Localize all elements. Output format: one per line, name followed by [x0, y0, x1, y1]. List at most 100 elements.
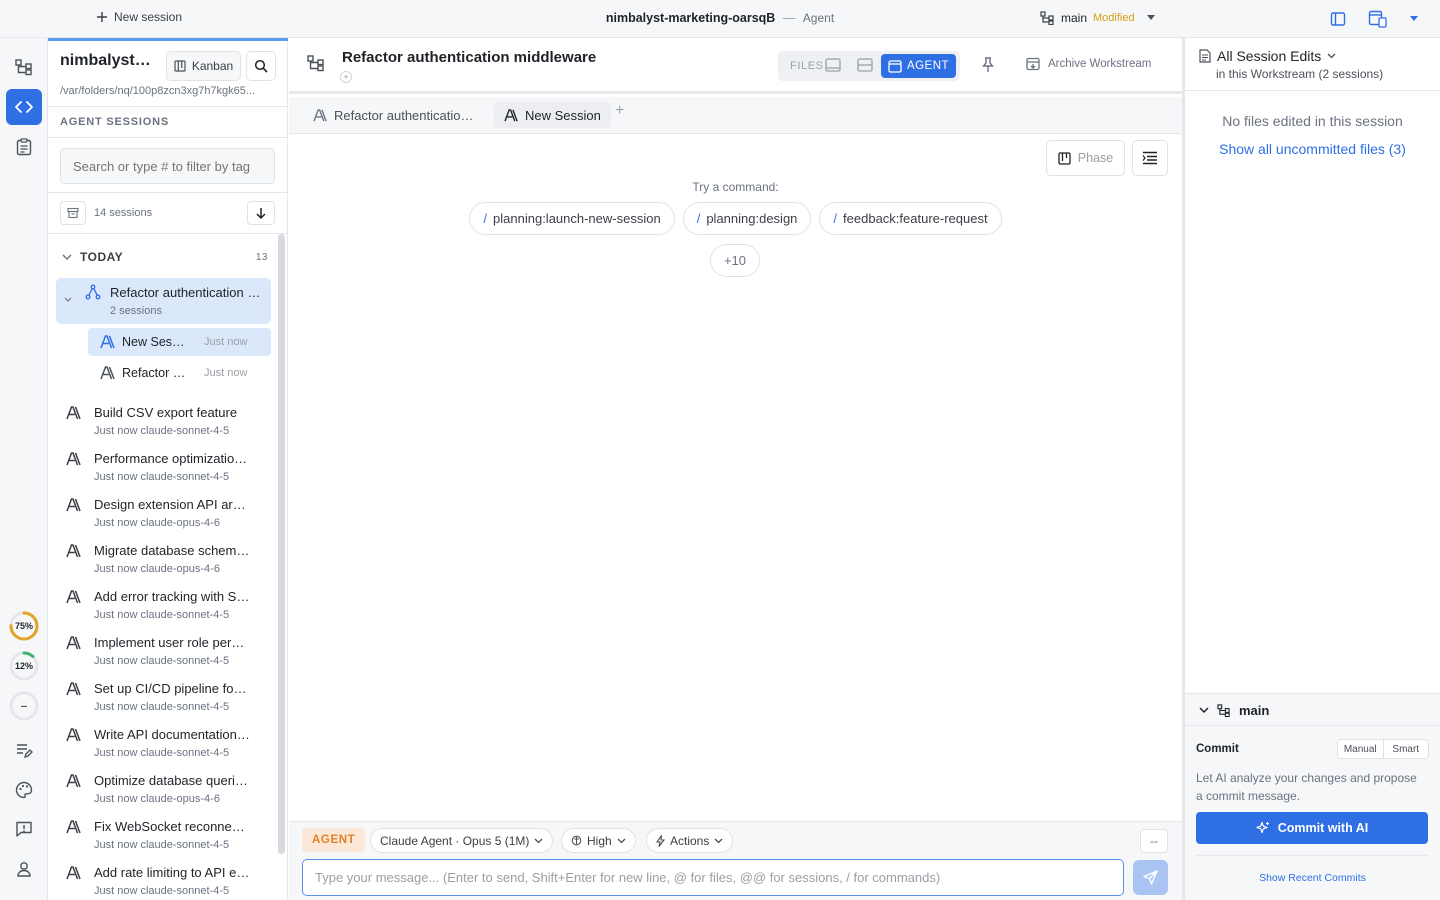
- layout-menu-chevron-icon[interactable]: [1410, 16, 1418, 22]
- group-count: 13: [255, 251, 268, 263]
- session-item[interactable]: Design extension API architecture Just n…: [56, 492, 276, 536]
- show-recent-commits-link[interactable]: Show Recent Commits: [1185, 872, 1440, 884]
- tab-label: Refactor authentication middleware: [334, 107, 477, 123]
- rail-files-button[interactable]: [6, 49, 42, 85]
- tab-new-session[interactable]: New Session: [494, 102, 611, 128]
- session-item[interactable]: Set up CI/CD pipeline for releases Just …: [56, 676, 276, 720]
- workstream-title: Refactor authentication middleware: [342, 49, 597, 66]
- session-item[interactable]: Performance optimization for dashboard J…: [56, 446, 276, 490]
- session-title: Set up CI/CD pipeline for releases: [94, 681, 250, 696]
- board-icon: [1058, 151, 1071, 165]
- session-item[interactable]: Optimize database queries for reports Ju…: [56, 768, 276, 812]
- send-button[interactable]: [1133, 860, 1168, 895]
- effort-selector[interactable]: High: [561, 828, 636, 853]
- divider: [48, 137, 288, 138]
- claude-icon: [66, 590, 82, 604]
- session-item[interactable]: Add error tracking with Sentry Just now …: [56, 584, 276, 628]
- kanban-icon: [174, 60, 186, 72]
- model-selector[interactable]: Claude Agent · Opus 5 (1M): [370, 828, 554, 853]
- more-commands-button[interactable]: +10: [710, 244, 760, 277]
- command-chip[interactable]: / planning:launch-new-session: [469, 202, 675, 235]
- command-chip[interactable]: / feedback:feature-request: [819, 202, 1002, 235]
- context-usage-gauge[interactable]: 75%: [8, 610, 40, 642]
- outline-button[interactable]: [1132, 140, 1168, 176]
- code-icon: [15, 100, 33, 114]
- divider: [1185, 90, 1440, 91]
- session-item[interactable]: Fix WebSocket reconnection logic Just no…: [56, 814, 276, 858]
- child-session-time: Just now: [204, 367, 248, 379]
- session-item[interactable]: Implement user role permissions Just now…: [56, 630, 276, 674]
- group-header-today[interactable]: TODAY 13: [62, 250, 268, 264]
- actions-menu[interactable]: Actions: [646, 828, 734, 853]
- add-tag-icon[interactable]: +: [340, 71, 352, 83]
- archive-workstream-button[interactable]: Archive Workstream: [1026, 57, 1151, 71]
- sidebar-scrollbar[interactable]: [278, 234, 285, 854]
- claude-icon: [100, 366, 116, 380]
- session-filter-input[interactable]: [60, 148, 275, 184]
- split-layout-icon[interactable]: [857, 58, 873, 73]
- edits-scope-selector[interactable]: All Session Edits: [1199, 48, 1336, 64]
- agent-mode-label: AGENT: [906, 60, 950, 72]
- top-bar: New session nimbalyst-marketing-oarsqB —…: [0, 0, 1440, 38]
- arrow-down-icon: [255, 207, 267, 220]
- session-item[interactable]: Add rate limiting to API endpoints Just …: [56, 860, 276, 900]
- claude-icon: [66, 866, 82, 880]
- workstream-child-item[interactable]: Refactor authentication middleware Just …: [88, 359, 271, 387]
- composer: AGENT Claude Agent · Opus 5 (1M) High Ac…: [289, 821, 1182, 900]
- sidebar-search-button[interactable]: [246, 51, 276, 81]
- pin-icon[interactable]: [981, 57, 995, 73]
- rail-tasks-button[interactable]: [6, 129, 42, 165]
- phase-label: Phase: [1077, 151, 1114, 165]
- session-meta: Just now claude-sonnet-4-5: [94, 747, 230, 759]
- session-item[interactable]: Build CSV export feature Just now claude…: [56, 400, 276, 444]
- token-indicator[interactable]: --: [1140, 829, 1168, 853]
- claude-icon: [66, 636, 82, 650]
- layout-panel-icon[interactable]: [1368, 10, 1388, 28]
- mode-badge[interactable]: AGENT: [302, 828, 366, 852]
- tab-refactor-authentication[interactable]: Refactor authentication middleware: [303, 102, 487, 128]
- agent-sessions-heading: AGENT SESSIONS: [60, 116, 169, 128]
- command-chip[interactable]: / planning:design: [682, 202, 812, 235]
- show-archived-button[interactable]: [60, 201, 86, 225]
- smart-option[interactable]: Smart: [1382, 740, 1429, 758]
- divider: [1185, 725, 1440, 726]
- add-tab-icon[interactable]: +: [615, 102, 624, 120]
- session-item[interactable]: Write API documentation for endpoints Ju…: [56, 722, 276, 766]
- rail-feedback-button[interactable]: [6, 811, 42, 847]
- claude-icon: [66, 820, 82, 834]
- commit-branch-header[interactable]: main: [1199, 703, 1269, 718]
- effort-label: High: [587, 833, 612, 848]
- show-uncommitted-link[interactable]: Show all uncommitted files (3): [1185, 141, 1440, 157]
- activity-rail: 75% 12% --: [0, 38, 48, 900]
- agent-mode-button[interactable]: AGENT: [881, 54, 956, 78]
- session-item[interactable]: Migrate database schema to v2 Just now c…: [56, 538, 276, 582]
- rail-account-button[interactable]: [6, 851, 42, 887]
- tree-icon: [307, 54, 325, 72]
- claude-icon: [66, 544, 82, 558]
- weekly-usage-value: --: [21, 701, 27, 711]
- rail-edit-button[interactable]: [6, 732, 42, 768]
- branch-selector[interactable]: main Modified: [1040, 11, 1155, 25]
- files-mode-label[interactable]: FILES: [790, 60, 824, 72]
- manual-option[interactable]: Manual: [1338, 740, 1383, 758]
- branch-status: Modified: [1093, 12, 1135, 24]
- kanban-button[interactable]: Kanban: [166, 51, 241, 81]
- session-usage-gauge[interactable]: 12%: [8, 650, 40, 682]
- child-session-title: Refactor authentication middleware: [122, 366, 188, 380]
- weekly-usage-gauge[interactable]: --: [8, 690, 40, 722]
- message-input[interactable]: [302, 859, 1124, 896]
- rail-theme-button[interactable]: [6, 772, 42, 808]
- sort-button[interactable]: [247, 201, 275, 225]
- session-meta: Just now claude-sonnet-4-5: [94, 471, 230, 483]
- phase-button[interactable]: Phase: [1046, 140, 1125, 176]
- main-panel: Refactor authentication middleware + FIL…: [289, 38, 1182, 900]
- workstream-item[interactable]: Refactor authentication middleware 2 ses…: [56, 278, 271, 324]
- workstream-child-item[interactable]: New Session Just now: [88, 328, 271, 356]
- editor-layout-icon[interactable]: [825, 58, 841, 73]
- session-title: Implement user role permissions: [94, 635, 250, 650]
- window-title: nimbalyst-marketing-oarsqB — Agent: [0, 11, 1440, 25]
- toggle-sidebar-icon[interactable]: [1330, 11, 1346, 27]
- search-icon: [254, 59, 268, 73]
- commit-with-ai-button[interactable]: Commit with AI: [1196, 812, 1428, 844]
- rail-agent-button[interactable]: [6, 89, 42, 125]
